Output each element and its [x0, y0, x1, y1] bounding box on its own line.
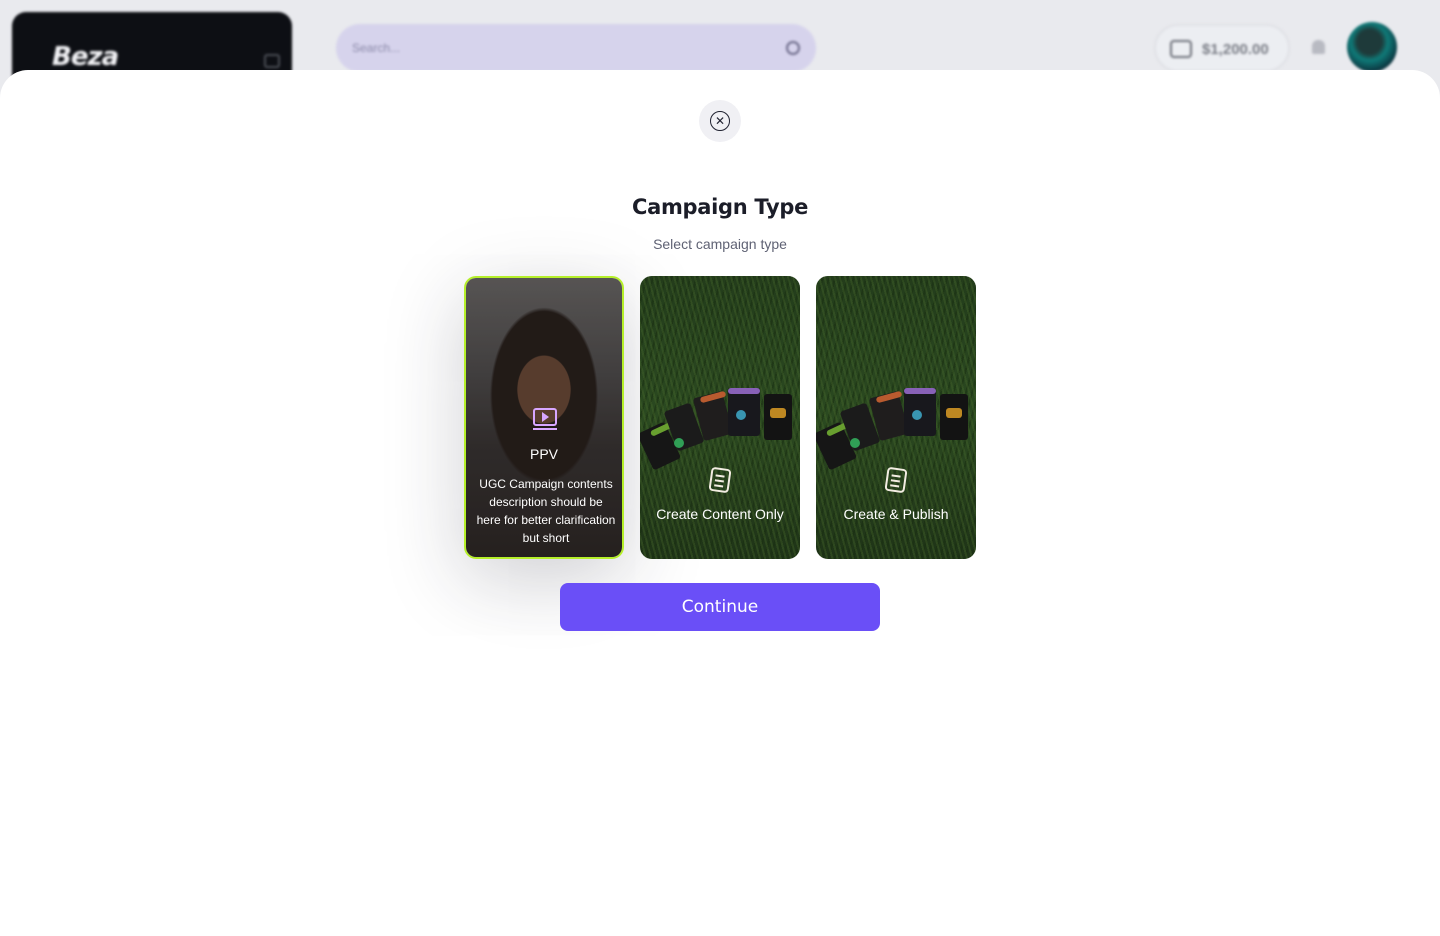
card-label: PPV — [529, 446, 558, 462]
search-placeholder: Search... — [352, 41, 401, 55]
brand-logo: Beza — [52, 42, 119, 72]
card-description: UGC Campaign contents description should… — [476, 477, 616, 545]
campaign-card-ppv[interactable]: PPV UGC Campaign contents description sh… — [464, 276, 624, 559]
document-icon — [708, 466, 732, 494]
modal-title: Campaign Type — [631, 195, 809, 219]
balance-amount: $1,200.00 — [1202, 41, 1269, 58]
sidebar-collapse-icon — [264, 54, 280, 68]
notification-bell-icon — [1312, 40, 1325, 54]
campaign-card-create-content-only[interactable]: Create Content Only — [640, 276, 800, 559]
card-label: Create & Publish — [843, 506, 949, 522]
modal-subtitle: Select campaign type — [653, 236, 787, 252]
video-play-icon — [533, 408, 557, 426]
user-avatar — [1347, 22, 1397, 72]
close-button[interactable]: ✕ — [699, 100, 741, 142]
search-bar: Search... — [336, 24, 816, 72]
close-circle-icon: ✕ — [710, 111, 730, 131]
continue-button[interactable]: Continue — [560, 583, 880, 631]
card-label: Create Content Only — [656, 506, 784, 522]
wallet-icon — [1170, 40, 1192, 58]
campaign-type-modal: ✕ Campaign Type Select campaign type PPV… — [0, 70, 1440, 936]
document-icon — [884, 466, 908, 494]
campaign-card-create-and-publish[interactable]: Create & Publish — [816, 276, 976, 559]
wallet-balance: $1,200.00 — [1154, 24, 1290, 72]
search-icon — [786, 41, 800, 55]
